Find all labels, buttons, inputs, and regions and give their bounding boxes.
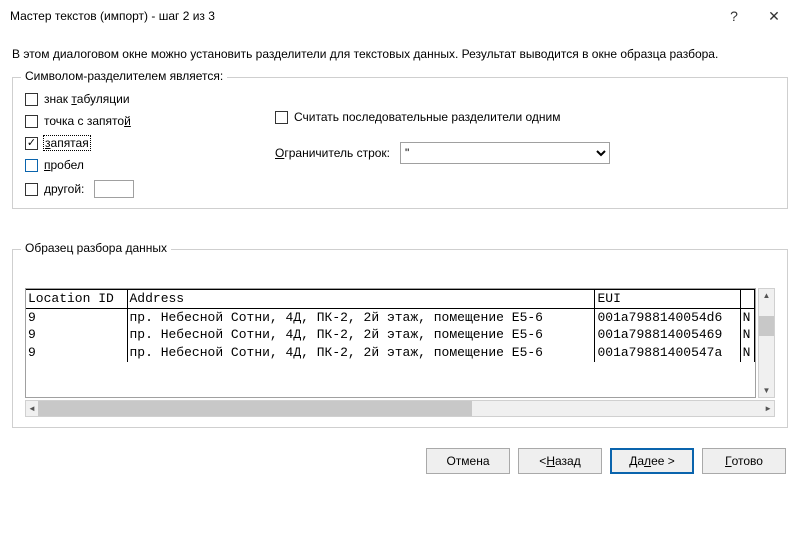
- close-button[interactable]: ✕: [754, 2, 794, 30]
- col-header: Location ID: [26, 290, 127, 309]
- dialog-content: В этом диалоговом окне можно установить …: [0, 32, 800, 438]
- table-row: 9 пр. Небесной Сотни, 4Д, ПК-2, 2й этаж,…: [26, 308, 755, 326]
- delimiter-options: знак табуляции точка с запятой запятая п…: [25, 92, 275, 198]
- titlebar: Мастер текстов (импорт) - шаг 2 из 3 ? ✕: [0, 0, 800, 32]
- window-title: Мастер текстов (импорт) - шаг 2 из 3: [10, 9, 714, 23]
- preview-pane: Location ID Address EUI 9 пр. Небесной С…: [25, 288, 756, 398]
- finish-button[interactable]: Готово: [702, 448, 786, 474]
- checkbox-space[interactable]: пробел: [25, 158, 275, 172]
- table-row: 9 пр. Небесной Сотни, 4Д, ПК-2, 2й этаж,…: [26, 326, 755, 344]
- preview-group: Образец разбора данных Location ID Addre…: [12, 249, 788, 428]
- col-header: Address: [127, 290, 595, 309]
- checkbox-label: точка с запятой: [44, 114, 131, 128]
- col-header: [740, 290, 754, 309]
- next-button[interactable]: Далее >: [610, 448, 694, 474]
- other-delimiter-input[interactable]: [94, 180, 134, 198]
- preview-table: Location ID Address EUI 9 пр. Небесной С…: [26, 289, 755, 361]
- checkbox-icon: [275, 111, 288, 124]
- scroll-down-icon: ▼: [763, 384, 771, 397]
- vertical-scrollbar[interactable]: ▲ ▼: [758, 288, 775, 398]
- qualifier-label: Ограничитель строк:: [275, 146, 390, 160]
- col-header: EUI: [595, 290, 740, 309]
- checkbox-label: пробел: [44, 158, 84, 172]
- help-button[interactable]: ?: [714, 2, 754, 30]
- checkbox-icon: [25, 93, 38, 106]
- description-text: В этом диалоговом окне можно установить …: [12, 46, 788, 63]
- scroll-thumb[interactable]: [38, 401, 472, 416]
- scroll-right-icon: ►: [764, 404, 772, 413]
- delimiter-legend: Символом-разделителем является:: [21, 69, 227, 83]
- checkbox-comma[interactable]: запятая: [25, 136, 275, 150]
- qualifier-select[interactable]: ": [400, 142, 610, 164]
- scroll-thumb[interactable]: [759, 316, 774, 336]
- checkbox-label: Считать последовательные разделители одн…: [294, 110, 561, 124]
- scroll-left-icon: ◄: [28, 404, 36, 413]
- cancel-button[interactable]: Отмена: [426, 448, 510, 474]
- horizontal-scrollbar[interactable]: ◄ ►: [25, 400, 775, 417]
- checkbox-label: запятая: [44, 136, 90, 150]
- checkbox-other[interactable]: другой:: [25, 180, 275, 198]
- checkbox-label: знак табуляции: [44, 92, 130, 106]
- checkbox-icon: [25, 137, 38, 150]
- checkbox-semicolon[interactable]: точка с запятой: [25, 114, 275, 128]
- checkbox-icon: [25, 115, 38, 128]
- back-button[interactable]: < Назад: [518, 448, 602, 474]
- table-row: 9 пр. Небесной Сотни, 4Д, ПК-2, 2й этаж,…: [26, 344, 755, 362]
- delimiter-group: Символом-разделителем является: знак таб…: [12, 77, 788, 209]
- table-header-row: Location ID Address EUI: [26, 290, 755, 309]
- checkbox-icon: [25, 183, 38, 196]
- text-qualifier-row: Ограничитель строк: ": [275, 142, 775, 164]
- scroll-up-icon: ▲: [763, 289, 771, 302]
- checkbox-icon: [25, 159, 38, 172]
- checkbox-tab[interactable]: знак табуляции: [25, 92, 275, 106]
- checkbox-label: другой:: [44, 182, 84, 196]
- checkbox-consecutive[interactable]: Считать последовательные разделители одн…: [275, 110, 775, 124]
- preview-legend: Образец разбора данных: [21, 241, 171, 255]
- button-bar: Отмена < Назад Далее > Готово: [0, 438, 800, 484]
